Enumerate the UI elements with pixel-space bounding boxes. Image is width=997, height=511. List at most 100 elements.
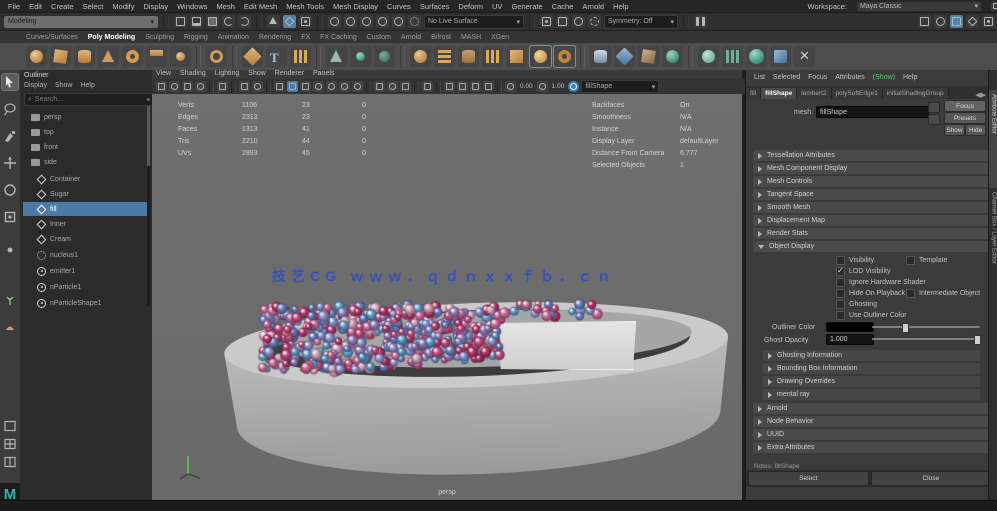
xray-icon[interactable] [287,81,298,92]
menu-deform[interactable]: Deform [458,2,483,11]
outliner-item-container[interactable]: Container [23,172,163,186]
redo-icon[interactable] [238,15,251,28]
outliner-search-input[interactable]: ⌕ Search... ▾ [24,93,154,106]
viewport-menu-view[interactable]: View [156,70,171,79]
menu-edit-mesh[interactable]: Edit Mesh [244,2,277,11]
ae-menu-list[interactable]: List [754,74,765,81]
bridge-icon[interactable] [530,46,551,67]
screen-space-ao-icon[interactable] [387,81,398,92]
exposure-value[interactable]: 0.00 [520,83,533,90]
section-mesh-controls[interactable]: Mesh Controls [753,176,990,187]
shaded-display-icon[interactable] [326,81,337,92]
poly-cone-icon[interactable] [98,46,119,67]
svg-tool-icon[interactable] [290,46,311,67]
section-mental-ray[interactable]: mental ray [763,389,980,400]
viewport-menu-shading[interactable]: Shading [180,70,206,79]
shadows-icon[interactable] [374,81,385,92]
menu-file[interactable]: File [8,2,20,11]
select-by-object-icon[interactable] [283,15,296,28]
menu-uv[interactable]: UV [492,2,502,11]
select-camera-icon[interactable] [156,81,167,92]
outliner-scrollbar[interactable] [147,106,150,306]
shelf-tab-fx[interactable]: FX [301,34,310,41]
divider[interactable] [529,15,535,29]
outliner-item-front[interactable]: front [23,140,163,154]
section-uuid[interactable]: UUID [753,429,990,440]
hide-on-playback-checkbox[interactable]: Hide On Playback [836,289,905,298]
ghost-opacity-slider[interactable] [872,338,980,340]
menu-surfaces[interactable]: Surfaces [420,2,450,11]
ghosting-checkbox[interactable]: Ghosting [836,300,877,309]
section-extra-attributes[interactable]: Extra Attributes [753,442,990,453]
close-x-icon[interactable]: ✕ [794,46,815,67]
ae-menu-selected[interactable]: Selected [773,74,800,81]
ignore-hardware-shader-checkbox[interactable]: Ignore Hardware Shader [836,278,926,287]
use-outliner-color-checkbox[interactable]: Use Outliner Color [836,311,907,320]
symmetry-dropdown[interactable]: Symmetry: Off▾ [604,15,678,29]
shelf-tab-animation[interactable]: Animation [218,34,249,41]
section-ghosting-information[interactable]: Ghosting Information [763,350,980,361]
attribute-editor-toggle-icon[interactable] [950,15,963,28]
shelf-tab-bifrost[interactable]: Bifrost [431,34,451,41]
bevel-icon[interactable] [506,46,527,67]
tab-scroll-arrows[interactable]: ◀▶ [975,91,989,99]
crease-tool-icon[interactable] [638,46,659,67]
menu-mesh-tools[interactable]: Mesh Tools [286,2,324,11]
undo-icon[interactable] [222,15,235,28]
checkbox[interactable] [836,289,845,298]
outliner-menu-show[interactable]: Show [55,82,73,89]
checkbox[interactable] [836,311,845,320]
modeling-toolkit-toggle-icon[interactable] [918,15,931,28]
camera-attributes-icon[interactable] [182,81,193,92]
move-tool-icon[interactable] [2,155,18,171]
paint-effects-tool-icon[interactable] [2,292,18,308]
workspace-dropdown[interactable]: Maya Classic ▾ [856,1,982,12]
divider[interactable] [317,15,323,29]
outliner-item-inner[interactable]: Inner [23,217,163,231]
poly-cube-icon[interactable] [50,46,71,67]
outliner-color-slider[interactable] [872,326,980,328]
section-displacement-map[interactable]: Displacement Map [753,215,990,226]
outliner-menu-display[interactable]: Display [24,82,47,89]
lock-camera-icon[interactable] [169,81,180,92]
shelf-tab-curves-surfaces[interactable]: Curves/Surfaces [26,34,78,41]
open-render-view-icon[interactable] [556,15,569,28]
menu-cache[interactable]: Cache [552,2,574,11]
ae-tab-shadinggroup[interactable]: initialShadingGroup [883,88,949,99]
menu-edit[interactable]: Edit [29,2,42,11]
viewport-3d-view[interactable]: Verts1106230 Edges2313230 Faces1313410 T… [152,94,742,500]
snap-to-point-icon[interactable] [360,15,373,28]
section-smooth-mesh[interactable]: Smooth Mesh [753,202,990,213]
gamma-icon[interactable] [537,81,548,92]
section-render-stats[interactable]: Render Stats [753,228,990,239]
live-surface-dropdown[interactable]: No Live Surface▾ [424,15,524,29]
joint-xray-icon[interactable] [274,81,285,92]
menu-generate[interactable]: Generate [511,2,542,11]
lod-visibility-checkbox[interactable]: LOD Visibility [836,267,891,276]
outliner-menu-help[interactable]: Help [80,82,94,89]
menu-curves[interactable]: Curves [387,2,411,11]
shelf-tab-fx-caching[interactable]: FX Caching [320,34,357,41]
construction-plane-icon[interactable] [326,46,347,67]
menu-help[interactable]: Help [613,2,628,11]
section-node-behavior[interactable]: Node Behavior [753,416,990,427]
menu-mesh-display[interactable]: Mesh Display [333,2,378,11]
copy-tab-icon[interactable] [928,114,940,125]
lasso-tool-icon[interactable] [2,101,18,117]
menu-modify[interactable]: Modify [112,2,134,11]
outliner-item-nparticleshape[interactable]: nParticleShape1 [23,296,163,310]
extrude-icon[interactable] [482,46,503,67]
snap-to-grid-icon[interactable] [328,15,341,28]
menu-arnold[interactable]: Arnold [582,2,604,11]
outliner-color-swatch[interactable] [826,322,874,332]
separate-icon[interactable] [458,46,479,67]
pause-icon[interactable] [694,15,707,28]
snap-to-projected-center-icon[interactable] [376,15,389,28]
layout-four-pane-icon[interactable] [2,436,18,452]
section-bounding-box-information[interactable]: Bounding Box Information [763,363,980,374]
target-weld-icon[interactable] [614,46,635,67]
checkbox[interactable] [836,300,845,309]
gate-mask-icon[interactable] [483,81,494,92]
multi-cut-icon[interactable] [590,46,611,67]
ipr-render-icon[interactable] [588,15,601,28]
